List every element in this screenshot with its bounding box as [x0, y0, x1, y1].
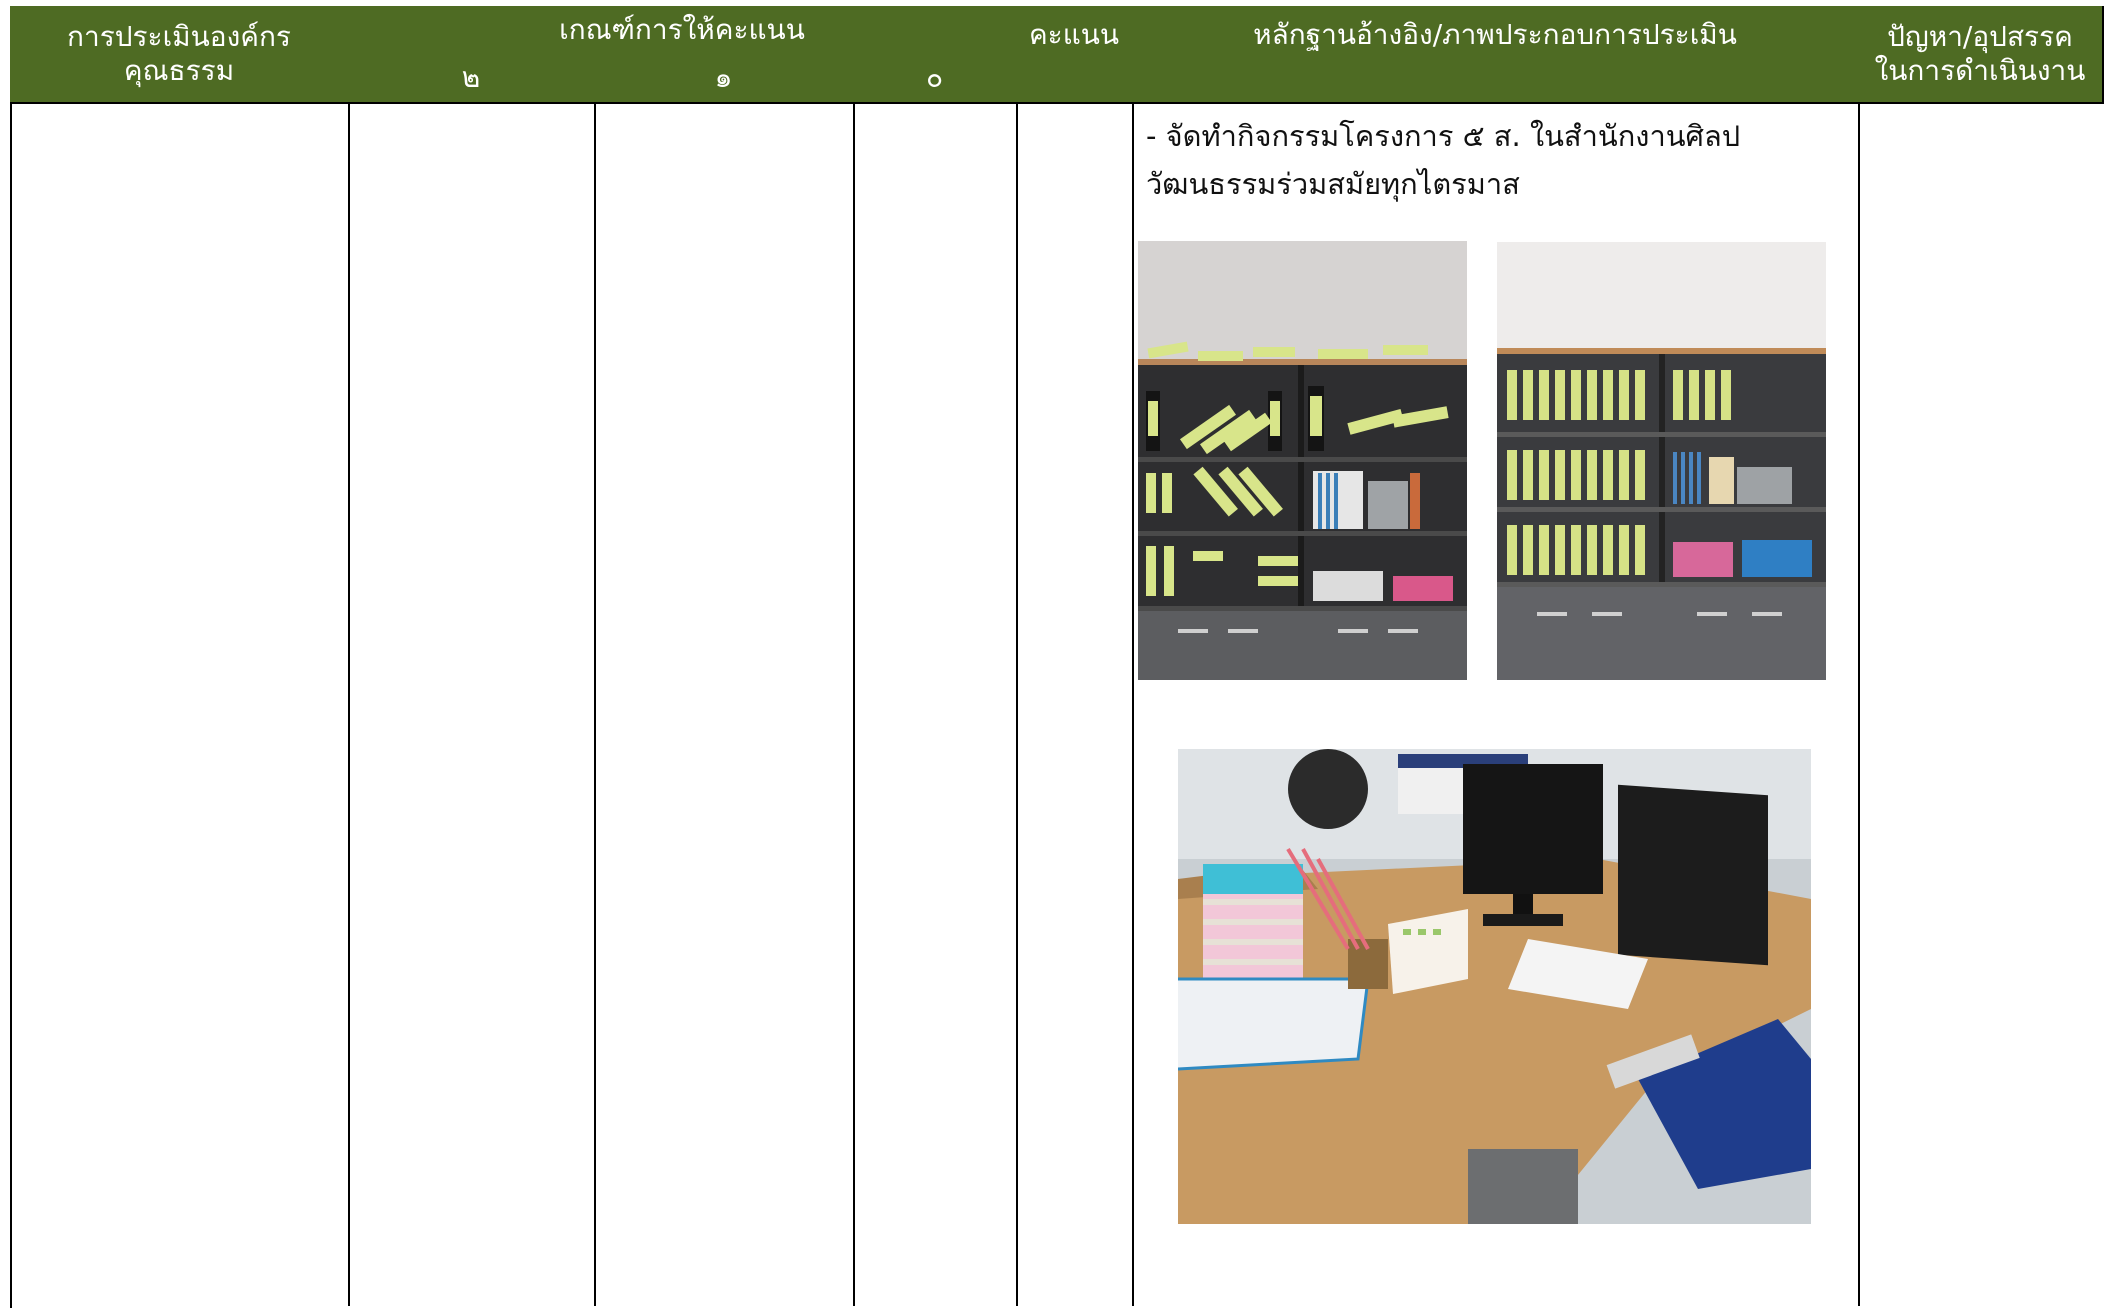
- header-evidence: หลักฐานอ้างอิง/ภาพประกอบการประเมิน: [1132, 6, 1860, 104]
- column-divider: [594, 104, 596, 1306]
- column-divider: [853, 104, 855, 1306]
- column-divider: [1016, 104, 1018, 1306]
- column-divider: [1132, 104, 1134, 1306]
- header-criteria-1: ๑: [594, 54, 855, 104]
- photo-office-desk: [1178, 749, 1811, 1224]
- column-divider: [348, 104, 350, 1306]
- header-problems: ปัญหา/อุปสรรค ในการดำเนินงาน: [1858, 6, 2104, 104]
- header-criteria-2: ๒: [348, 54, 596, 104]
- header-score: คะแนน: [1016, 6, 1134, 104]
- column-divider: [1858, 104, 1860, 1306]
- evaluation-table-page: การประเมินองค์กร คุณธรรม เกณฑ์การให้คะแน…: [0, 0, 2105, 1308]
- header-org-assessment: การประเมินองค์กร คุณธรรม: [10, 6, 350, 104]
- header-criteria-0: ๐: [853, 54, 1018, 104]
- photo-cabinet-before: [1138, 241, 1467, 680]
- photo-cabinet-after: [1497, 242, 1826, 680]
- header-scoring-criteria: เกณฑ์การให้คะแนน: [348, 6, 1018, 56]
- evidence-description: - จัดทำกิจกรรมโครงการ ๕ ส. ในสำนักงานศิล…: [1146, 119, 1741, 201]
